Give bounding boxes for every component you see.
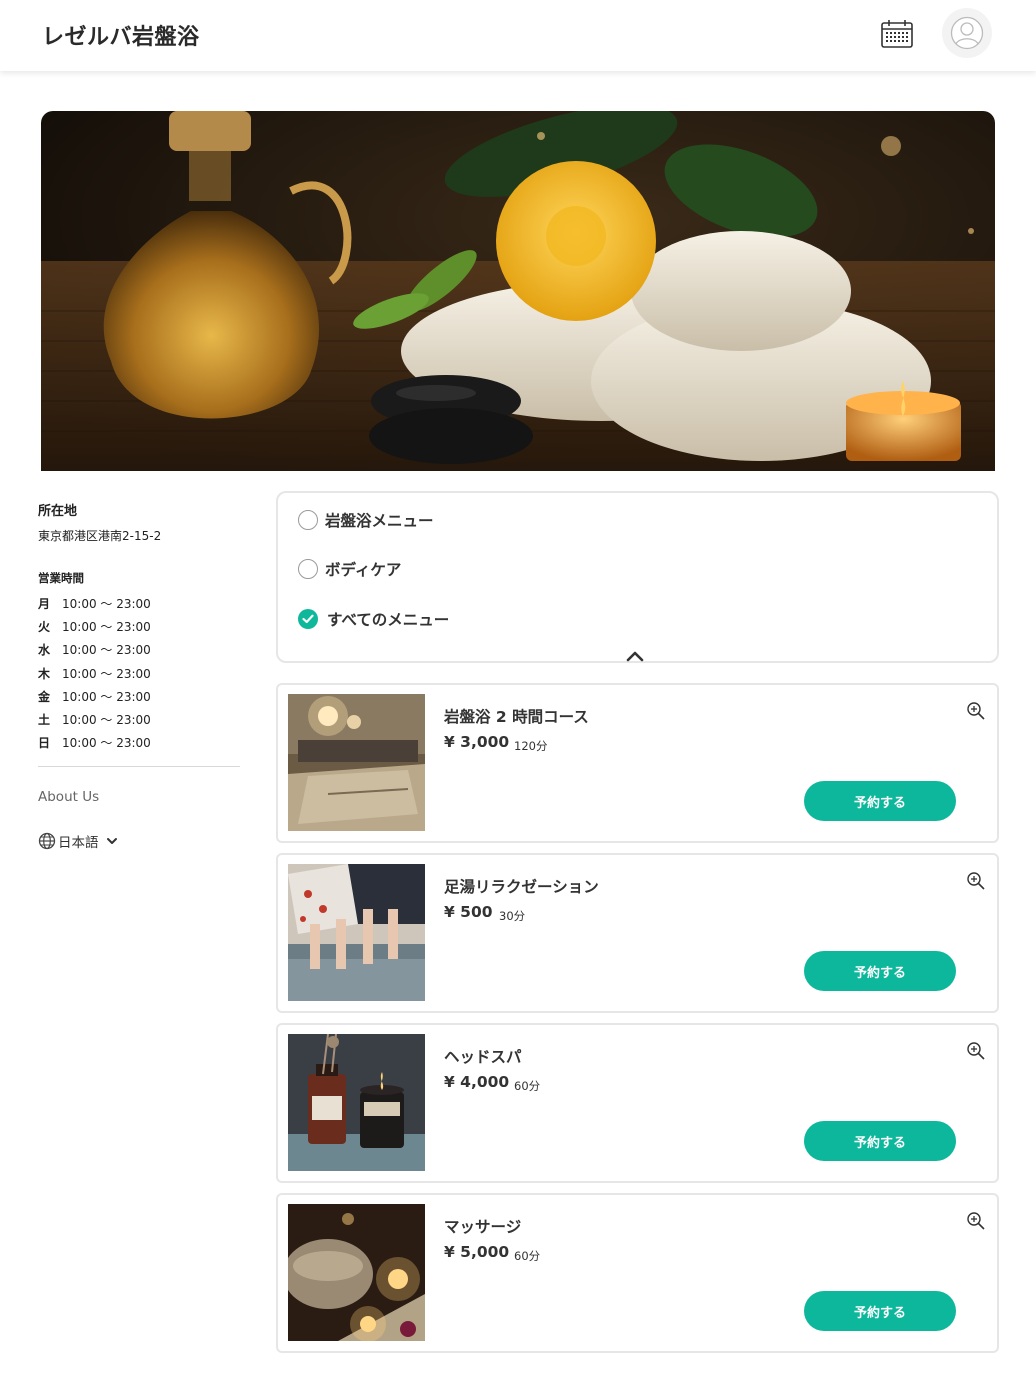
hero-image: [41, 111, 995, 471]
hours-list: 月 10:00 〜 23:00 火 10:00 〜 23:00 水 10:00 〜 2…: [38, 592, 240, 754]
hours-row: 月 10:00 〜 23:00: [38, 592, 240, 615]
filter-option-label: ボディケア: [325, 561, 402, 579]
location-title: 所在地: [38, 504, 78, 519]
calendar-icon[interactable]: [880, 18, 914, 50]
brand-title[interactable]: レゼルバ岩盤浴: [42, 19, 200, 51]
menu-price: ¥ 4,000: [444, 1073, 510, 1091]
book-button[interactable]: 予約する: [804, 1121, 956, 1161]
menu-duration: 120分: [514, 739, 548, 753]
sidebar-divider: [38, 766, 240, 768]
menu-price: ¥ 500: [444, 903, 493, 921]
filter-option-ganbanyoku[interactable]: 岩盤浴メニュー: [298, 509, 434, 531]
menu-thumbnail: [288, 1204, 425, 1341]
filter-option-label: 岩盤浴メニュー: [325, 512, 434, 530]
user-avatar-button[interactable]: [942, 8, 992, 58]
hours-day: 土: [38, 713, 51, 728]
menu-thumbnail: [288, 694, 425, 831]
hours-day: 木: [38, 666, 51, 681]
menu-card: マッサージ ¥ 5,000 60分 予約する: [276, 1193, 999, 1353]
hours-day: 月: [38, 597, 51, 612]
book-button[interactable]: 予約する: [804, 1291, 956, 1331]
hours-day: 日: [38, 736, 51, 751]
store-info-sidebar: 所在地 東京都港区港南2-15-2 営業時間 月 10:00 〜 23:00 火1…: [38, 500, 240, 851]
hours-time: 10:00 〜 23:00: [62, 666, 151, 681]
menu-thumbnail: [288, 1034, 425, 1171]
menu-duration: 60分: [514, 1249, 541, 1263]
chevron-up-icon[interactable]: [625, 647, 645, 662]
address: 東京都港区港南2-15-2: [38, 529, 162, 543]
zoom-in-icon[interactable]: [966, 1041, 986, 1061]
hours-row: 金 10:00 〜 23:00: [38, 685, 240, 708]
language-selector[interactable]: 日本語: [38, 831, 240, 851]
book-button[interactable]: 予約する: [804, 951, 956, 991]
chevron-down-icon: [106, 838, 117, 845]
menu-card: ヘッドスパ ¥ 4,000 60分 予約する: [276, 1023, 999, 1183]
hours-time: 10:00 〜 23:00: [62, 643, 151, 658]
menu-price: ¥ 5,000: [444, 1243, 510, 1261]
zoom-in-icon[interactable]: [966, 701, 986, 721]
globe-icon: [38, 833, 56, 850]
menu-thumbnail: [288, 864, 425, 1001]
filter-option-all[interactable]: すべてのメニュー: [298, 608, 449, 630]
menu-name: マッサージ: [444, 1218, 522, 1236]
hours-time: 10:00 〜 23:00: [62, 597, 151, 612]
hours-title: 営業時間: [38, 571, 84, 585]
hours-row: 水 10:00 〜 23:00: [38, 638, 240, 661]
hours-row: 日 10:00 〜 23:00: [38, 731, 240, 754]
hours-time: 10:00 〜 23:00: [62, 689, 151, 704]
menu-price: ¥ 3,000: [444, 733, 510, 751]
menu-name: 岩盤浴 2 時間コース: [444, 708, 589, 726]
hours-day: 金: [38, 689, 51, 704]
radio-unchecked-icon[interactable]: [298, 510, 318, 530]
hours-time: 10:00 〜 23:00: [62, 620, 151, 635]
hours-row: 火 10:00 〜 23:00: [38, 615, 240, 638]
menu-card: 岩盤浴 2 時間コース ¥ 3,000 120分 予約する: [276, 683, 999, 843]
menu-name: 足湯リラクゼーション: [444, 878, 599, 896]
hours-row: 木 10:00 〜 23:00: [38, 662, 240, 685]
language-label: 日本語: [58, 835, 99, 852]
about-us-link[interactable]: About Us: [38, 789, 240, 805]
hours-time: 10:00 〜 23:00: [62, 713, 151, 728]
user-icon: [950, 16, 984, 50]
menu-card: 足湯リラクゼーション ¥ 500 30分 予約する: [276, 853, 999, 1013]
menu-duration: 30分: [499, 909, 526, 923]
hours-day: 水: [38, 643, 51, 658]
menu-filter-panel: 岩盤浴メニュー ボディケア すべてのメニュー: [276, 491, 999, 663]
zoom-in-icon[interactable]: [966, 871, 986, 891]
menu-name: ヘッドスパ: [444, 1048, 522, 1066]
book-button[interactable]: 予約する: [804, 781, 956, 821]
hours-day: 火: [38, 620, 51, 635]
top-header: レゼルバ岩盤浴: [0, 0, 1036, 71]
filter-option-label: すべてのメニュー: [327, 611, 450, 629]
zoom-in-icon[interactable]: [966, 1211, 986, 1231]
hours-time: 10:00 〜 23:00: [62, 736, 151, 751]
filter-option-bodycare[interactable]: ボディケア: [298, 558, 401, 580]
hours-row: 土 10:00 〜 23:00: [38, 708, 240, 731]
menu-duration: 60分: [514, 1079, 541, 1093]
radio-unchecked-icon[interactable]: [298, 559, 318, 579]
radio-checked-icon[interactable]: [298, 609, 318, 629]
